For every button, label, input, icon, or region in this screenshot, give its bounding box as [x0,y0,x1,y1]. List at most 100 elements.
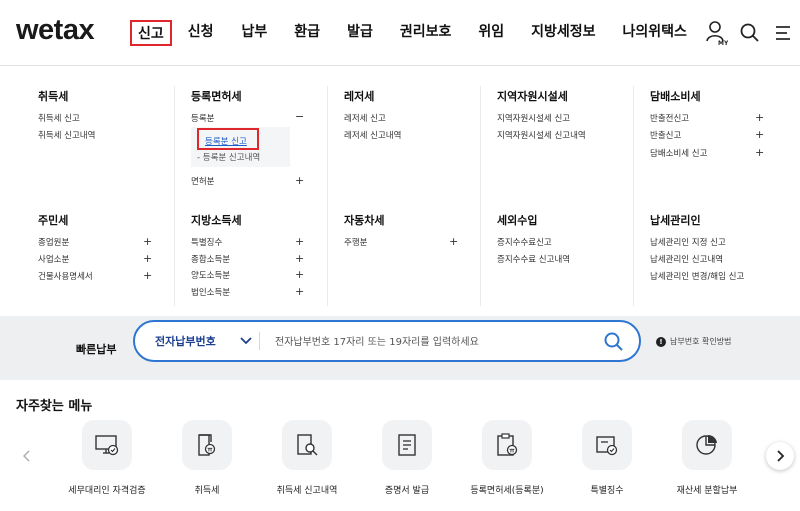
my-label: MY [718,40,728,46]
menu-item-tobacco-report[interactable]: 담배소비세 신고 [650,147,707,159]
menu-item-comprehensive-income[interactable]: 종합소득분 [191,253,230,265]
nav-payment[interactable]: 납부 [242,20,268,46]
menu-item-leisure-report[interactable]: 레저세 신고 [344,112,386,124]
expand-plus-icon[interactable]: + [295,175,304,186]
next-arrow-button[interactable] [766,442,794,470]
quick-pay-label: 빠른납부 [76,343,117,356]
document-search-icon [282,420,332,470]
nav-apply[interactable]: 신청 [188,20,214,46]
expand-plus-icon[interactable]: + [143,270,152,281]
menu-item-stamp-fee-report[interactable]: 증지수수료신고 [497,236,552,248]
menu-item-acquisition-report[interactable]: 취득세 신고 [38,112,80,124]
payment-type-select[interactable]: 전자납부번호 [155,333,216,349]
submenu-registration-history[interactable]: - 등록분 신고내역 [197,151,260,163]
menu-title-regional-resource-tax: 지역자원시설세 [497,90,568,103]
menu-item-corporate-income[interactable]: 법인소득분 [191,286,230,298]
certificate-icon [382,420,432,470]
menu-title-resident-tax: 주민세 [38,214,69,227]
document-won-icon: ₩ [182,420,232,470]
menu-title-tax-administrator: 납세관리인 [650,214,701,227]
clipboard-won-icon: ₩ [482,420,532,470]
expand-plus-icon[interactable]: + [295,286,304,297]
expand-plus-icon[interactable]: + [755,112,764,123]
expand-plus-icon[interactable]: + [143,236,152,247]
menu-item-administrator-history[interactable]: 납세관리인 신고내역 [650,253,723,265]
expand-plus-icon[interactable]: + [755,129,764,140]
menu-title-tobacco-tax: 담배소비세 [650,90,701,103]
submenu-registration-report[interactable]: 등록분 신고 [205,135,247,147]
expand-plus-icon[interactable]: + [143,253,152,264]
nav-issue[interactable]: 발급 [347,20,373,46]
expand-plus-icon[interactable]: + [295,236,304,247]
logo-text: wetax [16,14,95,46]
quick-pay-search-box: 전자납부번호 [133,320,641,362]
menu-item-business-office[interactable]: 사업소분 [38,253,69,265]
divider [259,332,260,350]
expand-plus-icon[interactable]: + [449,236,458,247]
expand-plus-icon[interactable]: + [295,253,304,264]
menu-item-building-usage[interactable]: 건물사용명세서 [38,270,93,282]
menu-item-administrator-change[interactable]: 납세관리인 변경/해임 신고 [650,270,744,282]
menu-item-transfer-income[interactable]: 양도소득분 [191,269,230,281]
menu-item-license[interactable]: 면허분 [191,175,214,187]
svg-text:₩: ₩ [510,449,515,455]
column-divider [633,86,634,306]
expand-plus-icon[interactable]: + [295,269,304,280]
nav-refund[interactable]: 환급 [294,20,320,46]
column-divider [174,86,175,306]
frequent-item-agent-verification[interactable]: 세무대리인 자격검증 [57,420,157,500]
quick-pay-bar: 빠른납부 전자납부번호 ! 납부번호 확인방법 [0,316,800,380]
menu-item-pre-shipment-report[interactable]: 반출전신고 [650,112,689,124]
wetax-logo[interactable]: wetax [16,12,110,48]
nav-delegation[interactable]: 위임 [478,20,504,46]
header: wetax 신고 신청 납부 환급 발급 권리보호 위임 지방세정보 나의위택스… [0,0,800,66]
frequent-item-certificate[interactable]: 증명서 발급 [357,420,457,500]
hamburger-menu-icon[interactable] [775,20,793,46]
menu-title-vehicle-tax: 자동차세 [344,214,385,227]
menu-item-stamp-fee-history[interactable]: 증지수수료 신고내역 [497,253,570,265]
frequent-item-property-installment[interactable]: 재산세 분할납부 [657,420,757,500]
menu-item-driving[interactable]: 주행분 [344,236,367,248]
main-nav: 신고 신청 납부 환급 발급 권리보호 위임 지방세정보 나의위택스 [130,20,687,46]
menu-item-employee[interactable]: 종업원분 [38,236,69,248]
menu-item-shipment-report[interactable]: 반출신고 [650,129,681,141]
column-divider [480,86,481,306]
payment-number-input[interactable] [275,332,595,352]
frequent-menu-title: 자주찾는 메뉴 [16,399,93,414]
menu-title-local-income-tax: 지방소득세 [191,214,242,227]
help-text: 납부번호 확인방법 [670,337,732,346]
menu-item-regional-resource-history[interactable]: 지역자원시설세 신고내역 [497,129,586,141]
frequent-item-registration-tax[interactable]: ₩ 등록면허세(등록분) [457,420,557,500]
chevron-down-icon[interactable] [240,336,252,346]
payment-number-help-link[interactable]: ! 납부번호 확인방법 [656,336,731,347]
menu-item-regional-resource-report[interactable]: 지역자원시설세 신고 [497,112,570,124]
nav-local-tax-info[interactable]: 지방세정보 [531,20,595,46]
menu-title-non-tax-revenue: 세외수입 [497,214,538,227]
nav-rights[interactable]: 권리보호 [400,20,452,46]
menu-title-leisure-tax: 레저세 [344,90,375,103]
collapse-minus-icon[interactable]: − [295,111,304,122]
menu-item-leisure-history[interactable]: 레저세 신고내역 [344,129,401,141]
frequent-item-acquisition-tax[interactable]: ₩ 취득세 [157,420,257,500]
frequent-item-special-withholding[interactable]: 특별징수 [557,420,657,500]
menu-item-registration[interactable]: 등록분 [191,112,214,124]
menu-item-special-withholding[interactable]: 특별징수 [191,236,222,248]
tax-form-check-icon [582,420,632,470]
frequent-item-label: 재산세 분할납부 [676,486,738,496]
column-divider [327,86,328,306]
menu-title-acquisition-tax: 취득세 [38,90,69,103]
search-icon[interactable] [740,20,760,46]
menu-item-acquisition-history[interactable]: 취득세 신고내역 [38,129,95,141]
expand-plus-icon[interactable]: + [755,147,764,158]
chevron-right-icon [777,450,785,462]
info-icon: ! [656,336,666,347]
nav-my-wetax[interactable]: 나의위택스 [623,20,687,46]
monitor-check-icon [82,420,132,470]
nav-report[interactable]: 신고 [130,20,172,46]
search-icon[interactable] [603,331,625,353]
frequent-item-acquisition-history[interactable]: 취득세 신고내역 [257,420,357,500]
my-page-icon[interactable]: MY [706,20,728,46]
menu-item-administrator-designation[interactable]: 납세관리인 지정 신고 [650,236,726,248]
chevron-left-icon[interactable] [22,449,32,463]
page: wetax 신고 신청 납부 환급 발급 권리보호 위임 지방세정보 나의위택스… [0,0,800,511]
